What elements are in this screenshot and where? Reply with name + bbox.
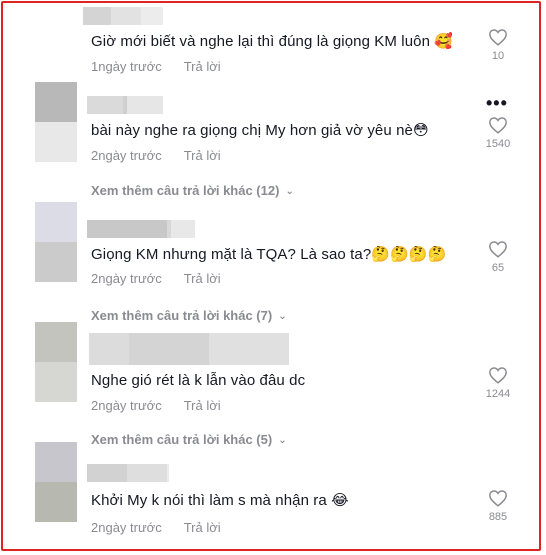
view-more-label: Xem thêm câu trả lời khác (5) — [91, 432, 273, 447]
avatar-bottom-blur — [35, 3, 77, 41]
comment-meta: 2ngày trước Trả lời — [91, 398, 221, 413]
view-more-label: Xem thêm câu trả lời khác (12) — [91, 183, 280, 198]
avatar-top-blur — [35, 442, 77, 482]
more-options-button[interactable]: ••• — [486, 94, 508, 112]
heart-icon — [489, 117, 507, 134]
comment-text: Giọng KM nhưng mặt là TQA? Là sao ta?🤔🤔🤔… — [91, 245, 446, 263]
reply-button[interactable]: Trả lời — [184, 59, 221, 74]
comment-text: bài này nghe ra giọng chị My hơn giả vờ … — [91, 121, 429, 139]
comment-text-body: Khởi My k nói thì làm s mà nhận ra — [91, 492, 327, 509]
comment-meta: 2ngày trước Trả lời — [91, 271, 221, 286]
reply-button[interactable]: Trả lời — [184, 148, 221, 163]
comment-meta: 1ngày trước Trả lời — [91, 59, 221, 74]
comment-text: Giờ mới biết và nghe lại thì đúng là giọ… — [91, 32, 453, 50]
timestamp: 2ngày trước — [91, 398, 162, 413]
avatar[interactable] — [35, 82, 77, 162]
comment-text: Nghe gió rét là k lẫn vào đâu dc — [91, 372, 305, 389]
comment-text-body: Giờ mới biết và nghe lại thì đúng là giọ… — [91, 33, 431, 50]
avatar-bottom-blur — [35, 122, 77, 162]
like-button[interactable]: 10 — [483, 28, 513, 62]
comment-meta: 2ngày trước Trả lời — [91, 148, 221, 163]
avatar[interactable] — [35, 3, 77, 41]
username-blurred[interactable] — [87, 220, 195, 238]
comment-text-body: Giọng KM nhưng mặt là TQA? Là sao ta? — [91, 246, 372, 263]
emoji: 🥰 — [434, 32, 454, 50]
chevron-down-icon: ⌄ — [285, 186, 294, 197]
like-count: 10 — [491, 50, 505, 62]
like-count: 1540 — [485, 138, 511, 150]
reply-button[interactable]: Trả lời — [184, 398, 221, 413]
emoji: 😳 — [412, 121, 429, 139]
like-count: 65 — [491, 262, 505, 274]
like-button[interactable]: 1244 — [483, 366, 513, 400]
chevron-down-icon: ⌄ — [278, 435, 287, 446]
like-count: 885 — [488, 511, 508, 523]
username-blurred[interactable] — [83, 7, 163, 25]
emoji: 🤔🤔🤔🤔 — [371, 245, 447, 263]
like-button[interactable]: 1540 — [483, 116, 513, 150]
timestamp: 1ngày trước — [91, 59, 162, 74]
timestamp: 2ngày trước — [91, 271, 162, 286]
heart-icon — [489, 241, 507, 258]
view-more-replies-button[interactable]: Xem thêm câu trả lời khác (7) ⌄ — [91, 308, 287, 323]
avatar[interactable] — [35, 442, 77, 522]
timestamp: 2ngày trước — [91, 148, 162, 163]
reply-button[interactable]: Trả lời — [184, 520, 221, 535]
like-count: 1244 — [485, 388, 511, 400]
heart-icon — [489, 367, 507, 384]
comment-text-body: Nghe gió rét là k lẫn vào đâu dc — [91, 372, 306, 389]
avatar-top-blur — [35, 82, 77, 122]
comment-text: Khởi My k nói thì làm s mà nhận ra 😂 — [91, 491, 349, 509]
view-more-label: Xem thêm câu trả lời khác (7) — [91, 308, 273, 323]
chevron-down-icon: ⌄ — [278, 311, 287, 322]
view-more-replies-button[interactable]: Xem thêm câu trả lời khác (5) ⌄ — [91, 432, 287, 447]
view-more-replies-button[interactable]: Xem thêm câu trả lời khác (12) ⌄ — [91, 183, 294, 198]
avatar[interactable] — [35, 202, 77, 282]
like-button[interactable]: 65 — [483, 240, 513, 274]
like-button[interactable]: 885 — [483, 489, 513, 523]
emoji: 😂 — [331, 491, 349, 509]
username-blurred[interactable] — [89, 333, 289, 365]
avatar-top-blur — [35, 322, 77, 362]
heart-icon — [489, 29, 507, 46]
username-blurred[interactable] — [87, 96, 163, 114]
comment-meta: 2ngày trước Trả lời — [91, 520, 221, 535]
heart-icon — [489, 490, 507, 507]
comments-panel: Giờ mới biết và nghe lại thì đúng là giọ… — [1, 1, 541, 551]
reply-button[interactable]: Trả lời — [184, 271, 221, 286]
avatar-bottom-blur — [35, 242, 77, 282]
avatar-bottom-blur — [35, 362, 77, 402]
username-blurred[interactable] — [87, 464, 169, 482]
timestamp: 2ngày trước — [91, 520, 162, 535]
avatar-bottom-blur — [35, 482, 77, 522]
comment-text-body: bài này nghe ra giọng chị My hơn giả vờ … — [91, 122, 413, 139]
avatar-top-blur — [35, 202, 77, 242]
avatar[interactable] — [35, 322, 77, 402]
